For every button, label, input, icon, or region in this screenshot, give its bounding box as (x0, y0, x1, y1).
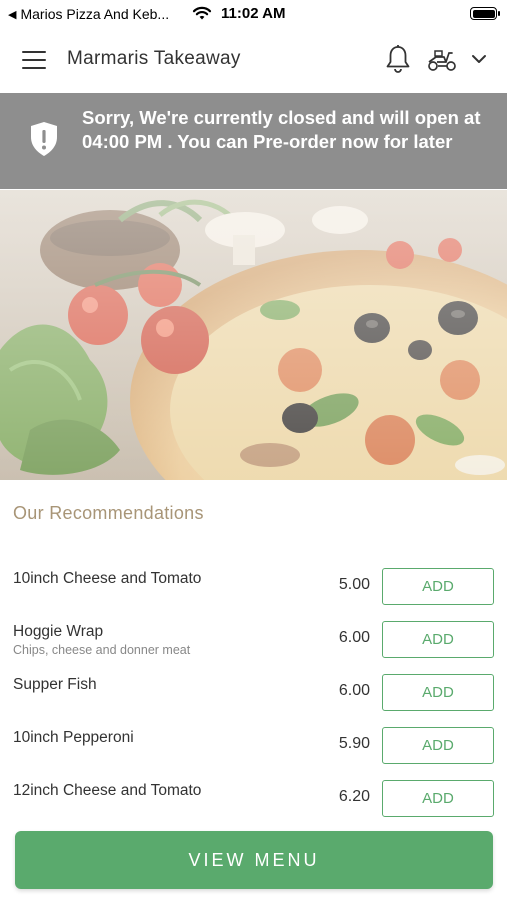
item-name: 12inch Cheese and Tomato (13, 782, 202, 799)
status-bar: ◀ Marios Pizza And Keb... 11:02 AM (0, 0, 507, 28)
bell-icon[interactable] (385, 44, 411, 74)
status-time: 11:02 AM (221, 5, 286, 22)
item-name: Hoggie Wrap (13, 623, 104, 640)
add-button[interactable]: ADD (382, 727, 494, 764)
add-button[interactable]: ADD (382, 568, 494, 605)
item-name: 10inch Cheese and Tomato (13, 570, 202, 587)
battery-icon (470, 7, 500, 20)
item-price: 6.00 (338, 682, 370, 699)
back-to-app[interactable]: ◀ Marios Pizza And Keb... (8, 6, 169, 22)
list-item: 10inch Cheese and Tomato 5.00 ADD (0, 560, 507, 613)
back-arrow-icon: ◀ (8, 8, 17, 21)
back-app-label: Marios Pizza And Keb... (20, 6, 170, 22)
add-button[interactable]: ADD (382, 674, 494, 711)
add-button[interactable]: ADD (382, 621, 494, 658)
scooter-icon[interactable] (426, 45, 458, 73)
item-price: 6.00 (338, 629, 370, 646)
item-price: 5.00 (338, 576, 370, 593)
shield-alert-icon (31, 122, 57, 156)
list-item: Hoggie Wrap Chips, cheese and donner mea… (0, 613, 507, 666)
view-menu-button[interactable]: VIEW MENU (15, 831, 493, 889)
add-button[interactable]: ADD (382, 780, 494, 817)
item-name: 10inch Pepperoni (13, 729, 134, 746)
closed-notice-banner: Sorry, We're currently closed and will o… (0, 93, 507, 189)
page-title: Marmaris Takeaway (67, 48, 241, 69)
top-nav-bar: Marmaris Takeaway (0, 30, 507, 92)
list-item: Supper Fish 6.00 ADD (0, 666, 507, 719)
menu-icon[interactable] (22, 51, 46, 69)
closed-message: Sorry, We're currently closed and will o… (82, 107, 481, 152)
item-description: Chips, cheese and donner meat (13, 643, 191, 657)
list-item: 10inch Pepperoni 5.90 ADD (0, 719, 507, 772)
recommendations-heading: Our Recommendations (13, 503, 204, 523)
item-name: Supper Fish (13, 676, 97, 693)
list-item: 12inch Cheese and Tomato 6.20 ADD (0, 772, 507, 825)
recommendations-list: 10inch Cheese and Tomato 5.00 ADD Hoggie… (0, 560, 507, 825)
chevron-down-icon[interactable] (469, 49, 489, 69)
restaurant-hero-image (0, 190, 507, 480)
item-price: 5.90 (338, 735, 370, 752)
item-price: 6.20 (338, 788, 370, 805)
wifi-icon (192, 6, 212, 20)
